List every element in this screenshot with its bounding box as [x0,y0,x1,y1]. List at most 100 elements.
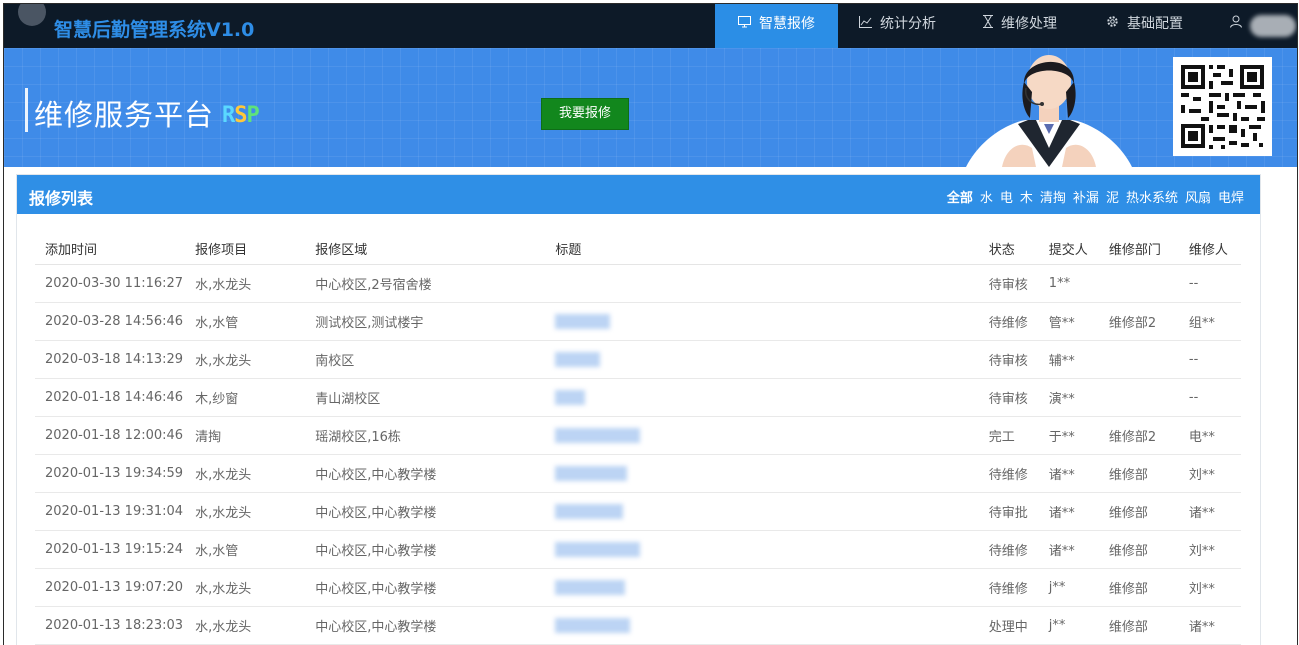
cell-item: 水,水龙头 [195,492,316,531]
cell-repairer: 组** [1188,302,1241,341]
table-row[interactable]: 2020-03-28 14:56:46 水,水管 测试校区,测试楼宇 待维修 管** 维修… [35,302,1241,341]
cell-submitter: 诸** [1048,492,1109,531]
cell-dept: 维修部 [1108,530,1189,569]
redacted-title [555,542,641,557]
cell-time: 2020-01-18 12:00:46 [35,416,196,455]
cell-status: 待维修 [988,454,1049,493]
col-header[interactable]: 标题 [555,232,989,265]
filter-6[interactable]: 泥 [1106,191,1119,206]
cell-dept: 维修部2 [1108,302,1189,341]
cell-submitter: 诸** [1048,454,1109,493]
cell-status: 待审批 [988,492,1049,531]
filter-3[interactable]: 木 [1020,191,1033,206]
cell-area: 中心校区,中心教学楼 [315,530,556,569]
table-row[interactable]: 2020-01-13 19:15:24 水,水管 中心校区,中心教学楼 待维修 诸** 维… [35,530,1241,569]
col-header[interactable]: 提交人 [1048,232,1109,265]
nav-item-smart-repair[interactable]: 智慧报修 [715,4,838,48]
filter-8[interactable]: 风扇 [1185,191,1211,206]
panel-title: 报修列表 [29,189,94,208]
cell-submitter: 1** [1048,264,1109,303]
cell-item: 木,纱窗 [195,378,316,417]
cell-area: 中心校区,中心教学楼 [315,454,556,493]
nav-label: 维修处理 [1001,16,1057,32]
gear-icon [1106,5,1119,45]
table-row[interactable]: 2020-01-13 19:31:04 水,水龙头 中心校区,中心教学楼 待审批 诸**… [35,492,1241,531]
redacted-title [555,314,611,329]
table-row[interactable]: 2020-03-30 11:16:27 水,水龙头 中心校区,2号宿舍楼 待审核 1**… [35,264,1241,303]
cell-time: 2020-01-13 19:34:59 [35,454,196,493]
title-cell-redacted [555,530,989,569]
redacted-title [555,390,586,405]
cell-submitter: 辅** [1048,340,1109,379]
monitor-icon [738,5,751,45]
col-header[interactable]: 维修部门 [1108,232,1189,265]
nav-item-repair-process[interactable]: 维修处理 [983,4,1057,48]
col-header[interactable]: 报修区域 [315,232,556,265]
cell-time: 2020-03-18 14:13:29 [35,340,196,379]
nav-item-base-config[interactable]: 基础配置 [1106,4,1183,48]
col-header[interactable]: 状态 [988,232,1049,265]
cell-item: 水,水龙头 [195,606,316,645]
cell-item: 水,水管 [195,530,316,569]
user-icon[interactable] [1230,15,1242,32]
cell-submitter: j** [1048,568,1109,607]
nav-item-statistics[interactable]: 统计分析 [859,4,936,48]
top-navbar: 智慧后勤管理系统V1.0 智慧报修 统计分析 维修处理 基础配置 [4,4,1297,48]
col-header[interactable]: 报修项目 [195,232,316,265]
table-row[interactable]: 2020-01-13 19:07:20 水,水龙头 中心校区,中心教学楼 待维修 j**… [35,568,1241,607]
user-name-redacted[interactable] [1250,15,1296,37]
report-repair-button[interactable]: 我要报修 [541,98,629,130]
cell-area: 中心校区,中心教学楼 [315,492,556,531]
filter-5[interactable]: 补漏 [1073,191,1099,206]
redacted-title [555,504,624,519]
title-cell-redacted [555,606,989,645]
cell-status: 完工 [988,416,1049,455]
col-header[interactable]: 维修人 [1188,232,1241,265]
filter-4[interactable]: 清掏 [1040,191,1066,206]
filter-2[interactable]: 电 [1000,191,1013,206]
cell-item: 水,水管 [195,302,316,341]
table-header-row: 添加时间 报修项目 报修区域 标题 状态 提交人 维修部门 维修人 [35,232,1241,265]
cell-repairer: 诸** [1188,606,1241,645]
nav-label: 基础配置 [1127,16,1183,32]
title-cell-redacted [555,416,989,455]
banner: 维修服务平台 RSP 我要报修 [4,48,1297,167]
cell-repairer: -- [1188,378,1241,417]
filter-9[interactable]: 电焊 [1218,191,1244,206]
rsp-logo: RSP [222,103,260,128]
logo-icon [18,4,46,26]
banner-title: 维修服务平台 [34,98,215,132]
cell-time: 2020-01-13 19:07:20 [35,568,196,607]
title-cell-redacted [555,340,989,379]
cell-submitter: 于** [1048,416,1109,455]
filter-0[interactable]: 全部 [947,191,973,206]
cell-item: 水,水龙头 [195,340,316,379]
table-row[interactable]: 2020-01-18 12:00:46 清掏 瑶湖校区,16栋 完工 于** 维修部2 电*… [35,416,1241,455]
category-filters: 全部水电木清掏 补漏泥热水系统 风扇 电焊 [940,187,1244,206]
filter-1[interactable]: 水 [980,191,993,206]
table-row[interactable]: 2020-03-18 14:13:29 水,水龙头 南校区 待审核 辅** -- [35,340,1241,379]
cell-dept [1108,340,1189,379]
panel-header: 报修列表 全部水电木清掏 补漏泥热水系统 风扇 电焊 [17,175,1260,214]
cell-repairer: 刘** [1188,530,1241,569]
cell-area: 南校区 [315,340,556,379]
cell-time: 2020-01-13 18:23:03 [35,606,196,645]
title-cell-redacted [555,302,989,341]
table-row[interactable]: 2020-01-18 14:46:46 木,纱窗 青山湖校区 待审核 演** -- [35,378,1241,417]
qr-code[interactable] [1173,57,1272,156]
cell-repairer: 刘** [1188,454,1241,493]
table-row[interactable]: 2020-01-13 18:23:03 水,水龙头 中心校区,中心教学楼 处理中 j**… [35,606,1241,645]
redacted-title [555,466,628,481]
cell-area: 瑶湖校区,16栋 [315,416,556,455]
redacted-title [555,580,626,595]
filter-7[interactable]: 热水系统 [1126,191,1178,206]
table-row[interactable]: 2020-01-13 19:34:59 水,水龙头 中心校区,中心教学楼 待维修 诸**… [35,454,1241,493]
col-header[interactable]: 添加时间 [35,232,196,265]
nav-label: 统计分析 [880,16,936,32]
cell-submitter: 演** [1048,378,1109,417]
cell-status: 待维修 [988,530,1049,569]
cell-area: 测试校区,测试楼宇 [315,302,556,341]
app-window: 智慧后勤管理系统V1.0 智慧报修 统计分析 维修处理 基础配置 维修服务平台 … [3,3,1298,645]
title-cell-redacted [555,264,989,303]
cell-area: 中心校区,2号宿舍楼 [315,264,556,303]
